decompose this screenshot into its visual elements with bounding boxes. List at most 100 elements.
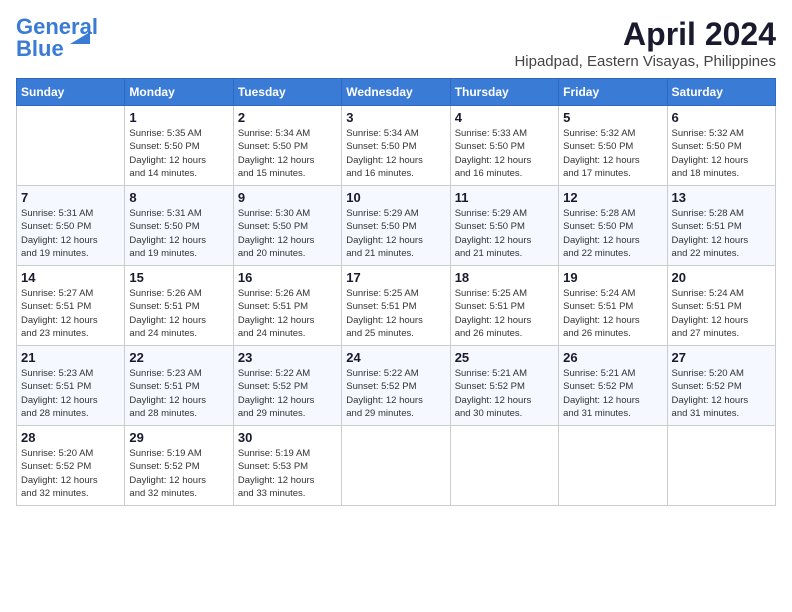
table-row: 23Sunrise: 5:22 AMSunset: 5:52 PMDayligh… — [233, 346, 341, 426]
table-row: 7 Sunrise: 5:31 AMSunset: 5:50 PMDaylight… — [17, 186, 125, 266]
table-row: 8Sunrise: 5:31 AMSunset: 5:50 PMDaylight… — [125, 186, 233, 266]
day-info: Sunrise: 5:23 AMSunset: 5:51 PMDaylight:… — [21, 367, 120, 420]
day-number: 30 — [238, 430, 337, 445]
day-info: Sunrise: 5:33 AMSunset: 5:50 PMDaylight:… — [455, 127, 554, 180]
day-number: 24 — [346, 350, 445, 365]
day-number: 10 — [346, 190, 445, 205]
day-info: Sunrise: 5:22 AMSunset: 5:52 PMDaylight:… — [346, 367, 445, 420]
table-row: 30 Sunrise: 5:19 AMSunset: 5:53 PMDayligh… — [233, 426, 341, 506]
table-row: 25Sunrise: 5:21 AMSunset: 5:52 PMDayligh… — [450, 346, 558, 426]
day-number: 29 — [129, 430, 228, 445]
day-number: 22 — [129, 350, 228, 365]
calendar-header-row: SundayMondayTuesdayWednesdayThursdayFrid… — [17, 79, 776, 106]
table-row: 19Sunrise: 5:24 AMSunset: 5:51 PMDayligh… — [559, 266, 667, 346]
day-info: Sunrise: 5:35 AMSunset: 5:50 PMDaylight:… — [129, 127, 228, 180]
location-title: Hipadpad, Eastern Visayas, Philippines — [514, 53, 776, 70]
day-number: 6 — [672, 110, 771, 125]
day-number: 1 — [129, 110, 228, 125]
day-info: Sunrise: 5:28 AMSunset: 5:50 PMDaylight:… — [563, 207, 662, 260]
day-info: Sunrise: 5:19 AMSunset: 5:53 PMDaylight:… — [238, 447, 337, 500]
week-row-4: 21 Sunrise: 5:23 AMSunset: 5:51 PMDayligh… — [17, 346, 776, 426]
table-row: 14Sunrise: 5:27 AMSunset: 5:51 PMDayligh… — [17, 266, 125, 346]
table-row: 21 Sunrise: 5:23 AMSunset: 5:51 PMDayligh… — [17, 346, 125, 426]
day-info: Sunrise: 5:30 AMSunset: 5:50 PMDaylight:… — [238, 207, 337, 260]
calendar-header-sunday: Sunday — [17, 79, 125, 106]
day-number: 13 — [672, 190, 771, 205]
day-info: Sunrise: 5:32 AMSunset: 5:50 PMDaylight:… — [672, 127, 771, 180]
calendar-body: 1 Sunrise: 5:35 AMSunset: 5:50 PMDaylight… — [17, 106, 776, 506]
table-row: 6 Sunrise: 5:32 AMSunset: 5:50 PMDaylight… — [667, 106, 775, 186]
day-number: 18 — [455, 270, 554, 285]
day-number: 3 — [346, 110, 445, 125]
week-row-5: 28 Sunrise: 5:20 AMSunset: 5:52 PMDayligh… — [17, 426, 776, 506]
day-number: 17 — [346, 270, 445, 285]
week-row-2: 7 Sunrise: 5:31 AMSunset: 5:50 PMDaylight… — [17, 186, 776, 266]
day-number: 19 — [563, 270, 662, 285]
day-info: Sunrise: 5:20 AMSunset: 5:52 PMDaylight:… — [672, 367, 771, 420]
table-row: 28 Sunrise: 5:20 AMSunset: 5:52 PMDayligh… — [17, 426, 125, 506]
table-row: 27 Sunrise: 5:20 AMSunset: 5:52 PMDayligh… — [667, 346, 775, 426]
week-row-3: 14Sunrise: 5:27 AMSunset: 5:51 PMDayligh… — [17, 266, 776, 346]
table-row: 12 Sunrise: 5:28 AMSunset: 5:50 PMDayligh… — [559, 186, 667, 266]
day-info: Sunrise: 5:25 AMSunset: 5:51 PMDaylight:… — [455, 287, 554, 340]
calendar-table: SundayMondayTuesdayWednesdayThursdayFrid… — [16, 78, 776, 506]
day-number: 20 — [672, 270, 771, 285]
title-section: April 2024 Hipadpad, Eastern Visayas, Ph… — [514, 16, 776, 70]
table-row: 15 Sunrise: 5:26 AMSunset: 5:51 PMDayligh… — [125, 266, 233, 346]
logo: General Blue — [16, 16, 98, 44]
day-info: Sunrise: 5:31 AMSunset: 5:50 PMDaylight:… — [21, 207, 120, 260]
day-info: Sunrise: 5:28 AMSunset: 5:51 PMDaylight:… — [672, 207, 771, 260]
logo-blue: Blue — [16, 36, 64, 61]
page-header: General Blue April 2024 Hipadpad, Easter… — [16, 16, 776, 70]
day-info: Sunrise: 5:29 AMSunset: 5:50 PMDaylight:… — [346, 207, 445, 260]
table-row: 26 Sunrise: 5:21 AMSunset: 5:52 PMDayligh… — [559, 346, 667, 426]
table-row: 13 Sunrise: 5:28 AMSunset: 5:51 PMDayligh… — [667, 186, 775, 266]
day-info: Sunrise: 5:19 AMSunset: 5:52 PMDaylight:… — [129, 447, 228, 500]
table-row: 20Sunrise: 5:24 AMSunset: 5:51 PMDayligh… — [667, 266, 775, 346]
table-row — [559, 426, 667, 506]
calendar-header-friday: Friday — [559, 79, 667, 106]
calendar-header-wednesday: Wednesday — [342, 79, 450, 106]
table-row: 18 Sunrise: 5:25 AMSunset: 5:51 PMDayligh… — [450, 266, 558, 346]
day-info: Sunrise: 5:34 AMSunset: 5:50 PMDaylight:… — [238, 127, 337, 180]
logo-icon — [70, 32, 90, 44]
table-row — [667, 426, 775, 506]
table-row: 4 Sunrise: 5:33 AMSunset: 5:50 PMDaylight… — [450, 106, 558, 186]
day-info: Sunrise: 5:26 AMSunset: 5:51 PMDaylight:… — [238, 287, 337, 340]
calendar-header-tuesday: Tuesday — [233, 79, 341, 106]
calendar-header-thursday: Thursday — [450, 79, 558, 106]
table-row: 17 Sunrise: 5:25 AMSunset: 5:51 PMDayligh… — [342, 266, 450, 346]
day-number: 21 — [21, 350, 120, 365]
table-row — [342, 426, 450, 506]
day-number: 12 — [563, 190, 662, 205]
day-info: Sunrise: 5:29 AMSunset: 5:50 PMDaylight:… — [455, 207, 554, 260]
day-number: 5 — [563, 110, 662, 125]
table-row: 24 Sunrise: 5:22 AMSunset: 5:52 PMDayligh… — [342, 346, 450, 426]
day-number: 9 — [238, 190, 337, 205]
calendar-header-monday: Monday — [125, 79, 233, 106]
day-number: 27 — [672, 350, 771, 365]
table-row: 5 Sunrise: 5:32 AMSunset: 5:50 PMDaylight… — [559, 106, 667, 186]
table-row: 11 Sunrise: 5:29 AMSunset: 5:50 PMDayligh… — [450, 186, 558, 266]
table-row — [17, 106, 125, 186]
day-info: Sunrise: 5:32 AMSunset: 5:50 PMDaylight:… — [563, 127, 662, 180]
day-info: Sunrise: 5:31 AMSunset: 5:50 PMDaylight:… — [129, 207, 228, 260]
day-number: 28 — [21, 430, 120, 445]
day-number: 2 — [238, 110, 337, 125]
day-number: 4 — [455, 110, 554, 125]
table-row: 16Sunrise: 5:26 AMSunset: 5:51 PMDayligh… — [233, 266, 341, 346]
day-number: 26 — [563, 350, 662, 365]
week-row-1: 1 Sunrise: 5:35 AMSunset: 5:50 PMDaylight… — [17, 106, 776, 186]
table-row: 10 Sunrise: 5:29 AMSunset: 5:50 PMDayligh… — [342, 186, 450, 266]
calendar-header-saturday: Saturday — [667, 79, 775, 106]
day-number: 15 — [129, 270, 228, 285]
day-info: Sunrise: 5:20 AMSunset: 5:52 PMDaylight:… — [21, 447, 120, 500]
day-number: 11 — [455, 190, 554, 205]
table-row: 22Sunrise: 5:23 AMSunset: 5:51 PMDayligh… — [125, 346, 233, 426]
day-number: 7 — [21, 190, 120, 205]
day-info: Sunrise: 5:25 AMSunset: 5:51 PMDaylight:… — [346, 287, 445, 340]
day-info: Sunrise: 5:21 AMSunset: 5:52 PMDaylight:… — [563, 367, 662, 420]
table-row: 1 Sunrise: 5:35 AMSunset: 5:50 PMDaylight… — [125, 106, 233, 186]
day-info: Sunrise: 5:34 AMSunset: 5:50 PMDaylight:… — [346, 127, 445, 180]
day-info: Sunrise: 5:26 AMSunset: 5:51 PMDaylight:… — [129, 287, 228, 340]
